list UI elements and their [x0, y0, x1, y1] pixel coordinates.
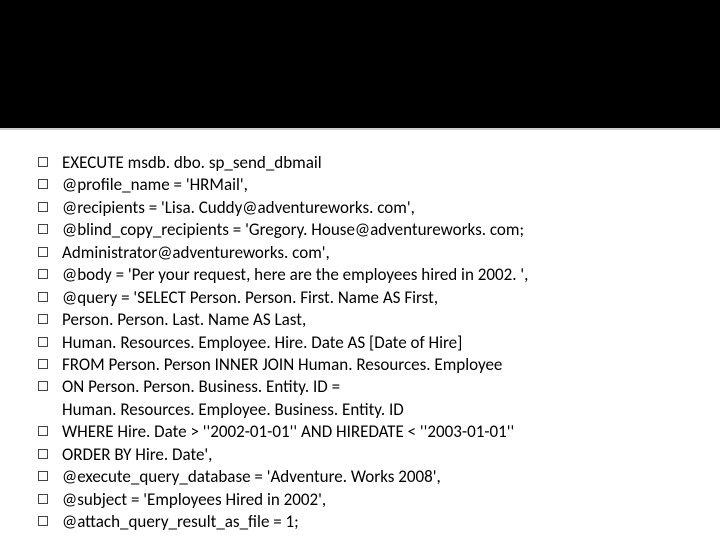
bullet-icon	[38, 224, 48, 234]
bullet-icon	[38, 292, 48, 302]
bullet-icon	[38, 516, 48, 526]
bullet-icon	[38, 247, 48, 257]
list-item: EXECUTE msdb. dbo. sp_send_dbmail	[38, 152, 680, 174]
bullet-icon	[38, 179, 48, 189]
list-item-text: @blind_copy_recipients = 'Gregory. House…	[62, 219, 680, 241]
list-item-text: ON Person. Person. Business. Entity. ID …	[62, 376, 680, 398]
list-item: @body = 'Per your request, here are the …	[38, 264, 680, 286]
list-item-text: Human. Resources. Employee. Hire. Date A…	[62, 332, 680, 354]
list-item-text: ORDER BY Hire. Date',	[62, 444, 680, 466]
list-item: @recipients = 'Lisa. Cuddy@adventurework…	[38, 197, 680, 219]
bullet-icon	[38, 426, 48, 436]
bullet-icon	[38, 471, 48, 481]
list-item-text: FROM Person. Person INNER JOIN Human. Re…	[62, 354, 680, 376]
bullet-icon	[38, 494, 48, 504]
list-item-text: WHERE Hire. Date > ''2002-01-01'' AND HI…	[62, 421, 680, 443]
list-item: @profile_name = 'HRMail',	[38, 174, 680, 196]
list-item-text: Person. Person. Last. Name AS Last,	[62, 309, 680, 331]
list-item-text: @body = 'Per your request, here are the …	[62, 264, 680, 286]
list-item: WHERE Hire. Date > ''2002-01-01'' AND HI…	[38, 421, 680, 443]
list-item: Person. Person. Last. Name AS Last,	[38, 309, 680, 331]
bullet-icon	[38, 381, 48, 391]
title-band	[0, 0, 720, 130]
list-item-text: Administrator@adventureworks. com',	[62, 242, 680, 264]
list-item: @subject = 'Employees Hired in 2002',	[38, 489, 680, 511]
list-item: @blind_copy_recipients = 'Gregory. House…	[38, 219, 680, 241]
list-item: ON Person. Person. Business. Entity. ID …	[38, 376, 680, 398]
list-item-text: EXECUTE msdb. dbo. sp_send_dbmail	[62, 152, 680, 174]
list-item-text: @profile_name = 'HRMail',	[62, 174, 680, 196]
list-item-text: @query = 'SELECT Person. Person. First. …	[62, 287, 680, 309]
list-item: FROM Person. Person INNER JOIN Human. Re…	[38, 354, 680, 376]
list-item-text: Human. Resources. Employee. Business. En…	[62, 399, 680, 421]
list-item: @execute_query_database = 'Adventure. Wo…	[38, 466, 680, 488]
bullet-icon	[38, 359, 48, 369]
bullet-icon	[38, 314, 48, 324]
bullet-icon	[38, 269, 48, 279]
bullet-icon	[38, 449, 48, 459]
bullet-icon	[38, 337, 48, 347]
list-item-text: @recipients = 'Lisa. Cuddy@adventurework…	[62, 197, 680, 219]
list-item-text: @subject = 'Employees Hired in 2002',	[62, 489, 680, 511]
list-item-text: @execute_query_database = 'Adventure. Wo…	[62, 466, 680, 488]
list-item: Human. Resources. Employee. Hire. Date A…	[38, 332, 680, 354]
bullet-icon	[38, 404, 48, 414]
content-body: EXECUTE msdb. dbo. sp_send_dbmail @profi…	[0, 130, 720, 540]
list-item: @query = 'SELECT Person. Person. First. …	[38, 287, 680, 309]
list-item: @attach_query_result_as_file = 1;	[38, 511, 680, 533]
list-item: Administrator@adventureworks. com',	[38, 242, 680, 264]
slide: EXECUTE msdb. dbo. sp_send_dbmail @profi…	[0, 0, 720, 540]
bullet-icon	[38, 202, 48, 212]
bullet-icon	[38, 157, 48, 167]
list-item: Human. Resources. Employee. Business. En…	[38, 399, 680, 421]
list-item-text: @attach_query_result_as_file = 1;	[62, 511, 680, 533]
list-item: ORDER BY Hire. Date',	[38, 444, 680, 466]
